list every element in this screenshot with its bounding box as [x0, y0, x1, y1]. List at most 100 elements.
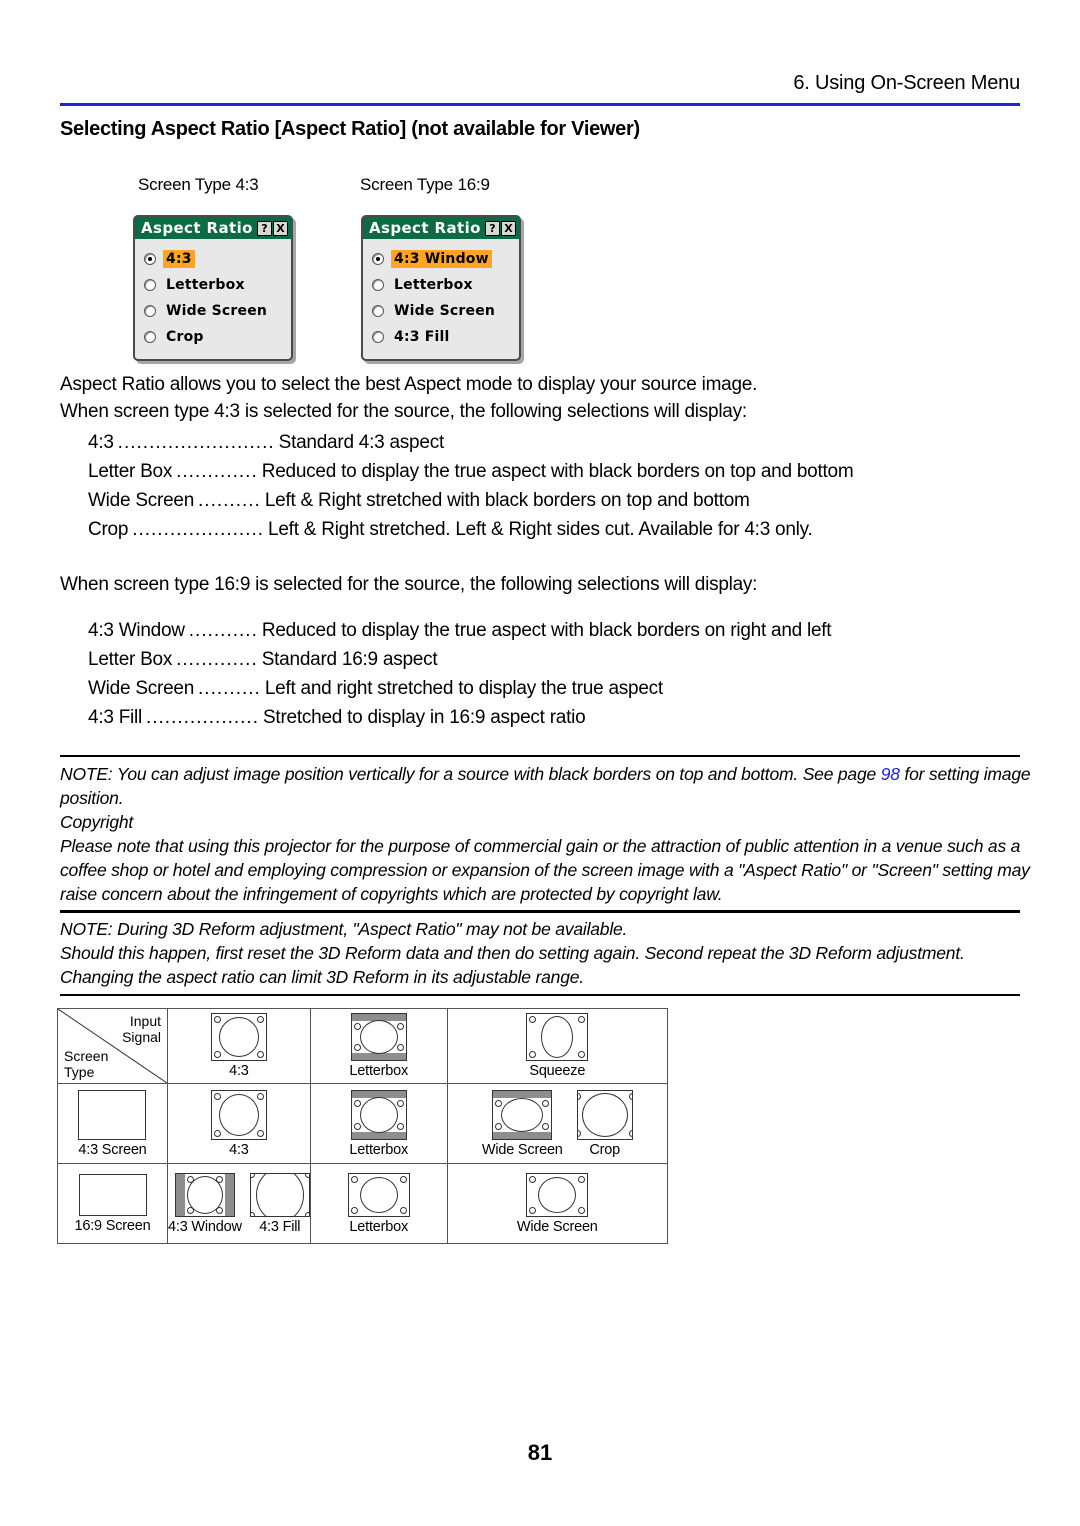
osd-titlebar[interactable]: Aspect Ratio ? X — [363, 217, 519, 239]
radio-icon[interactable] — [144, 331, 156, 343]
definition-term: Wide Screen — [88, 678, 195, 699]
figure-caption: 16:9 Screen — [74, 1217, 151, 1234]
table-corner-header: Input Signal Screen Type — [57, 1008, 168, 1084]
definition-description: Reduced to display the true aspect with … — [261, 620, 832, 641]
definition-dots: ............. — [176, 461, 258, 482]
definition-row: Letter Box ............. Standard 16:9 a… — [88, 649, 831, 678]
table-cell-screen-type-169: 16:9 Screen — [57, 1163, 168, 1244]
figure-169-43-fill: 4:3 Fill — [249, 1172, 310, 1235]
note-copyright: NOTE: You can adjust image position vert… — [60, 755, 1031, 913]
osd-option[interactable]: Letterbox — [144, 272, 291, 298]
corner-input-signal-label: Input Signal — [122, 1013, 161, 1045]
radio-icon[interactable] — [372, 331, 384, 343]
page-number: 81 — [527, 1440, 553, 1465]
intro-paragraph-1: Aspect Ratio allows you to select the be… — [60, 374, 758, 395]
osd-option[interactable]: 4:3 Window — [372, 246, 519, 272]
definition-term: 4:3 Window — [88, 620, 185, 641]
radio-icon[interactable] — [372, 253, 384, 265]
aspect-diagram-icon — [526, 1172, 589, 1217]
definition-description: Left and right stretched to display the … — [264, 678, 663, 699]
osd-option-label: Letterbox — [394, 277, 473, 293]
corner-label-line: Screen — [64, 1048, 109, 1064]
osd-title: Aspect Ratio — [141, 219, 253, 237]
definition-dots: ......................... — [117, 432, 275, 453]
definition-row: Crop ..................... Left & Right … — [88, 519, 853, 548]
caption-screen-type-169: Screen Type 16:9 — [360, 175, 490, 194]
osd-option-label: Crop — [166, 329, 204, 345]
osd-option-label: Wide Screen — [166, 303, 268, 319]
definition-term: Crop — [88, 519, 129, 540]
osd-option-label: 4:3 Fill — [394, 329, 450, 345]
osd-option-list: 4:3 Window Letterbox Wide Screen 4:3 Fil… — [363, 239, 519, 350]
screen-outline-icon — [78, 1089, 147, 1140]
intro-paragraph-3: When screen type 16:9 is selected for th… — [60, 574, 758, 595]
osd-option-list: 4:3 Letterbox Wide Screen Crop — [135, 239, 291, 350]
figure-caption: Letterbox — [349, 1218, 409, 1235]
figure-caption: 4:3 Fill — [259, 1218, 301, 1235]
note-3d-reform: NOTE: During 3D Reform adjustment, "Aspe… — [60, 910, 1020, 996]
osd-option[interactable]: Letterbox — [372, 272, 519, 298]
definition-description: Standard 4:3 aspect — [278, 432, 445, 453]
definition-dots: ........... — [188, 620, 258, 641]
close-icon[interactable]: X — [501, 220, 516, 236]
osd-option-label: 4:3 — [163, 250, 195, 268]
aspect-diagram-icon — [492, 1089, 553, 1140]
osd-titlebar[interactable]: Aspect Ratio ? X — [135, 217, 291, 239]
definition-description: Stretched to display in 16:9 aspect rati… — [263, 707, 586, 728]
figure-caption: Wide Screen — [481, 1141, 563, 1158]
note-line: Should this happen, first reset the 3D R… — [60, 943, 965, 963]
radio-icon[interactable] — [144, 305, 156, 317]
table-cell-43-letterbox: Letterbox — [309, 1083, 448, 1164]
osd-title: Aspect Ratio — [369, 219, 481, 237]
note-line: NOTE: You can adjust image position vert… — [60, 762, 1031, 786]
figure-43-wide-screen: Wide Screen — [481, 1089, 563, 1158]
table-cell-169-wide-screen: Wide Screen — [446, 1163, 668, 1244]
osd-option[interactable]: Crop — [144, 324, 291, 350]
osd-dialog-aspect-ratio-43[interactable]: Aspect Ratio ? X 4:3 Letterbox Wide Scre… — [133, 215, 293, 361]
aspect-diagram-icon — [347, 1172, 410, 1217]
table-cell-input-letterbox: Letterbox — [309, 1008, 448, 1084]
note-text: NOTE: You can adjust image position vert… — [60, 764, 881, 784]
corner-label-line: Signal — [122, 1029, 161, 1045]
osd-option[interactable]: 4:3 — [144, 246, 291, 272]
close-icon[interactable]: X — [273, 220, 288, 236]
osd-option[interactable]: Wide Screen — [372, 298, 519, 324]
figure-screen-43: 4:3 Screen — [78, 1089, 147, 1158]
definition-description: Left & Right stretched. Left & Right sid… — [268, 519, 813, 540]
page-reference-link[interactable]: 98 — [881, 764, 900, 784]
figure-screen-169: 16:9 Screen — [74, 1173, 151, 1234]
aspect-diagram-icon — [210, 1089, 267, 1140]
osd-option-label: 4:3 Window — [391, 250, 492, 268]
aspect-diagram-icon — [576, 1089, 633, 1140]
table-cell-43-43: 4:3 — [167, 1083, 311, 1164]
note-line: position. — [60, 788, 124, 808]
aspect-diagram-icon — [210, 1013, 267, 1061]
definition-dots: ..................... — [132, 519, 265, 540]
aspect-diagram-icon — [174, 1172, 235, 1217]
osd-dialog-aspect-ratio-169[interactable]: Aspect Ratio ? X 4:3 Window Letterbox Wi… — [361, 215, 521, 361]
definition-term: 4:3 — [88, 432, 114, 453]
osd-option-label: Wide Screen — [394, 303, 496, 319]
definition-description: Reduced to display the true aspect with … — [261, 461, 854, 482]
figure-43-crop: Crop — [576, 1089, 633, 1158]
radio-icon[interactable] — [372, 305, 384, 317]
table-cell-input-squeeze: Squeeze — [446, 1008, 668, 1084]
note-line: NOTE: During 3D Reform adjustment, "Aspe… — [60, 919, 628, 939]
note-text: for setting image — [899, 764, 1031, 784]
figure-input-letterbox: Letterbox — [349, 1013, 408, 1079]
osd-option-label: Letterbox — [166, 277, 245, 293]
corner-label-line: Input — [129, 1013, 161, 1029]
help-icon[interactable]: ? — [257, 220, 272, 236]
aspect-diagram-icon — [350, 1013, 407, 1061]
definition-list-43: 4:3 ......................... Standard 4… — [88, 432, 854, 548]
definition-row: Wide Screen .......... Left & Right stre… — [88, 490, 853, 519]
radio-icon[interactable] — [144, 279, 156, 291]
figure-caption: 4:3 Screen — [78, 1141, 147, 1158]
osd-option[interactable]: 4:3 Fill — [372, 324, 519, 350]
aspect-ratio-diagram-table: Input Signal Screen Type 4:3 Letterbox S… — [57, 1008, 668, 1244]
figure-caption: Letterbox — [349, 1141, 409, 1158]
osd-option[interactable]: Wide Screen — [144, 298, 291, 324]
radio-icon[interactable] — [372, 279, 384, 291]
help-icon[interactable]: ? — [485, 220, 500, 236]
radio-icon[interactable] — [144, 253, 156, 265]
